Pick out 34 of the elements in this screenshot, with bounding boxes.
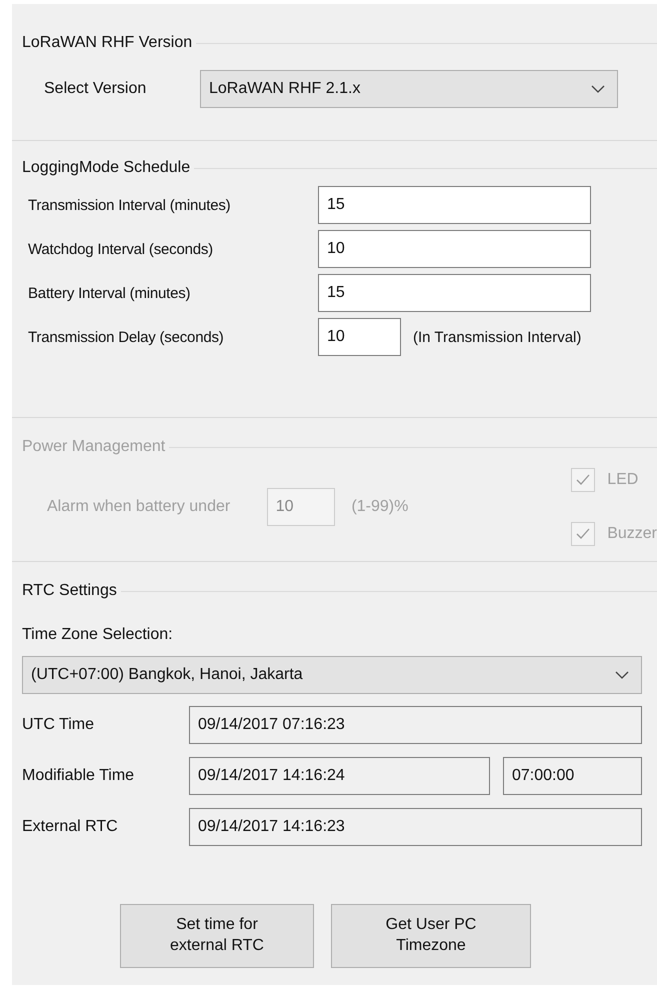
check-icon	[576, 528, 590, 540]
time-field[interactable]: 09/14/2017 14:16:23	[189, 808, 642, 846]
offset-field[interactable]: 07:00:00	[503, 757, 642, 795]
version-dropdown[interactable]: LoRaWAN RHF 2.1.x	[200, 70, 618, 108]
field-label: Modifiable Time	[22, 767, 136, 785]
input-field[interactable]: 10	[318, 318, 401, 356]
field-label: Watchdog Interval (seconds)	[28, 240, 214, 258]
chevron-down-icon	[615, 671, 629, 679]
field-label: Select Version	[44, 80, 148, 98]
field-label: Battery Interval (minutes)	[28, 284, 192, 302]
chevron-down-icon	[591, 85, 605, 93]
timezone-dropdown[interactable]: (UTC+07:00) Bangkok, Hanoi, Jakarta	[22, 656, 642, 694]
field-label: Time Zone Selection:	[22, 626, 174, 644]
group-title: LoRaWAN RHF Version	[22, 34, 194, 52]
time-field[interactable]: 09/14/2017 14:16:24	[189, 757, 490, 795]
check-icon	[576, 474, 590, 486]
field-label: Alarm when battery under	[47, 498, 232, 516]
input-field[interactable]: 15	[318, 274, 591, 312]
action-button[interactable]: Set time for external RTC	[120, 904, 314, 968]
group-title: LoggingMode Schedule	[22, 159, 192, 177]
time-field[interactable]: 09/14/2017 07:16:23	[189, 706, 642, 744]
range-hint: (1-99)%	[351, 498, 410, 516]
input-field[interactable]: 15	[318, 186, 591, 224]
field-label: Transmission Delay (seconds)	[28, 328, 225, 346]
field-note: (In Transmission Interval)	[413, 328, 582, 346]
checkbox-label: LED	[607, 471, 638, 489]
action-button[interactable]: Get User PC Timezone	[331, 904, 531, 968]
field-label: UTC Time	[22, 716, 95, 734]
group-title: RTC Settings	[22, 582, 118, 600]
field-label: External RTC	[22, 818, 119, 836]
group-title: Power Management	[22, 438, 166, 456]
checkbox-label: Buzzer	[607, 525, 657, 543]
input-field[interactable]: 10	[318, 230, 591, 268]
field-label: Transmission Interval (minutes)	[28, 196, 232, 214]
